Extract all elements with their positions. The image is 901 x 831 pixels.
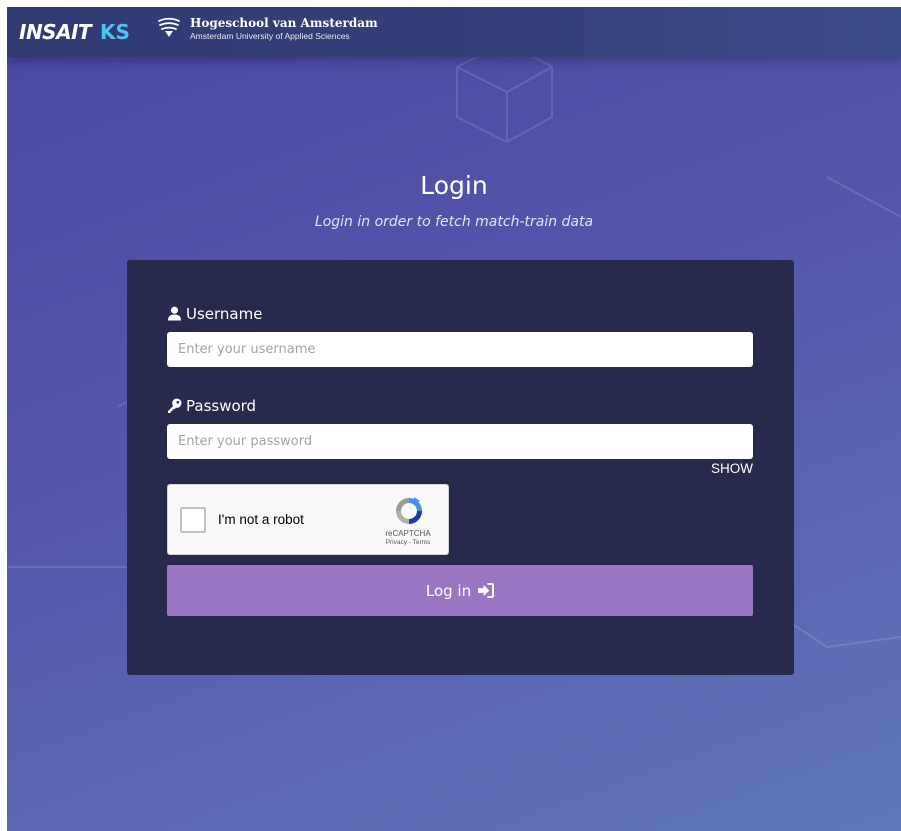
page-subtitle: Login in order to fetch match-train data [314, 214, 594, 230]
login-button[interactable]: Log in [167, 565, 753, 616]
hva-logo-icon [158, 17, 180, 37]
top-navbar: INSAIT KS Hogeschool van Amsterdam Amste… [7, 7, 901, 57]
partner-subtitle: Amsterdam University of Applied Sciences [190, 31, 350, 41]
login-button-label: Log in [425, 581, 472, 600]
login-card: Username Password SHOW I'm not a robot r… [127, 260, 794, 675]
partner-name: Hogeschool van Amsterdam [190, 16, 378, 30]
recaptcha-logo-icon [396, 497, 422, 524]
show-password-toggle[interactable]: SHOW [687, 461, 753, 476]
recaptcha-terms-link[interactable]: Terms [413, 539, 431, 546]
username-input[interactable] [167, 332, 753, 367]
recaptcha-links: Privacy - Terms [368, 539, 448, 547]
password-input[interactable] [167, 424, 753, 459]
password-label-row: Password [167, 396, 256, 416]
login-page: INSAIT KS Hogeschool van Amsterdam Amste… [7, 7, 901, 831]
recaptcha-label: I'm not a robot [218, 512, 304, 527]
username-label: Username [186, 305, 263, 323]
username-label-row: Username [167, 304, 262, 324]
insait-logo[interactable]: INSAIT [19, 19, 92, 45]
sign-in-icon [478, 583, 495, 598]
recaptcha-privacy-link[interactable]: Privacy [386, 539, 407, 546]
recaptcha-widget: I'm not a robot reCAPTCHA Privacy - Term… [167, 484, 449, 555]
password-label: Password [186, 397, 257, 415]
key-icon [167, 398, 182, 413]
user-icon [167, 306, 182, 321]
recaptcha-checkbox[interactable] [180, 507, 206, 533]
recaptcha-brand: reCAPTCHA [385, 529, 431, 538]
ks-logo-text[interactable]: KS [100, 19, 130, 45]
page-title: Login [420, 171, 488, 200]
